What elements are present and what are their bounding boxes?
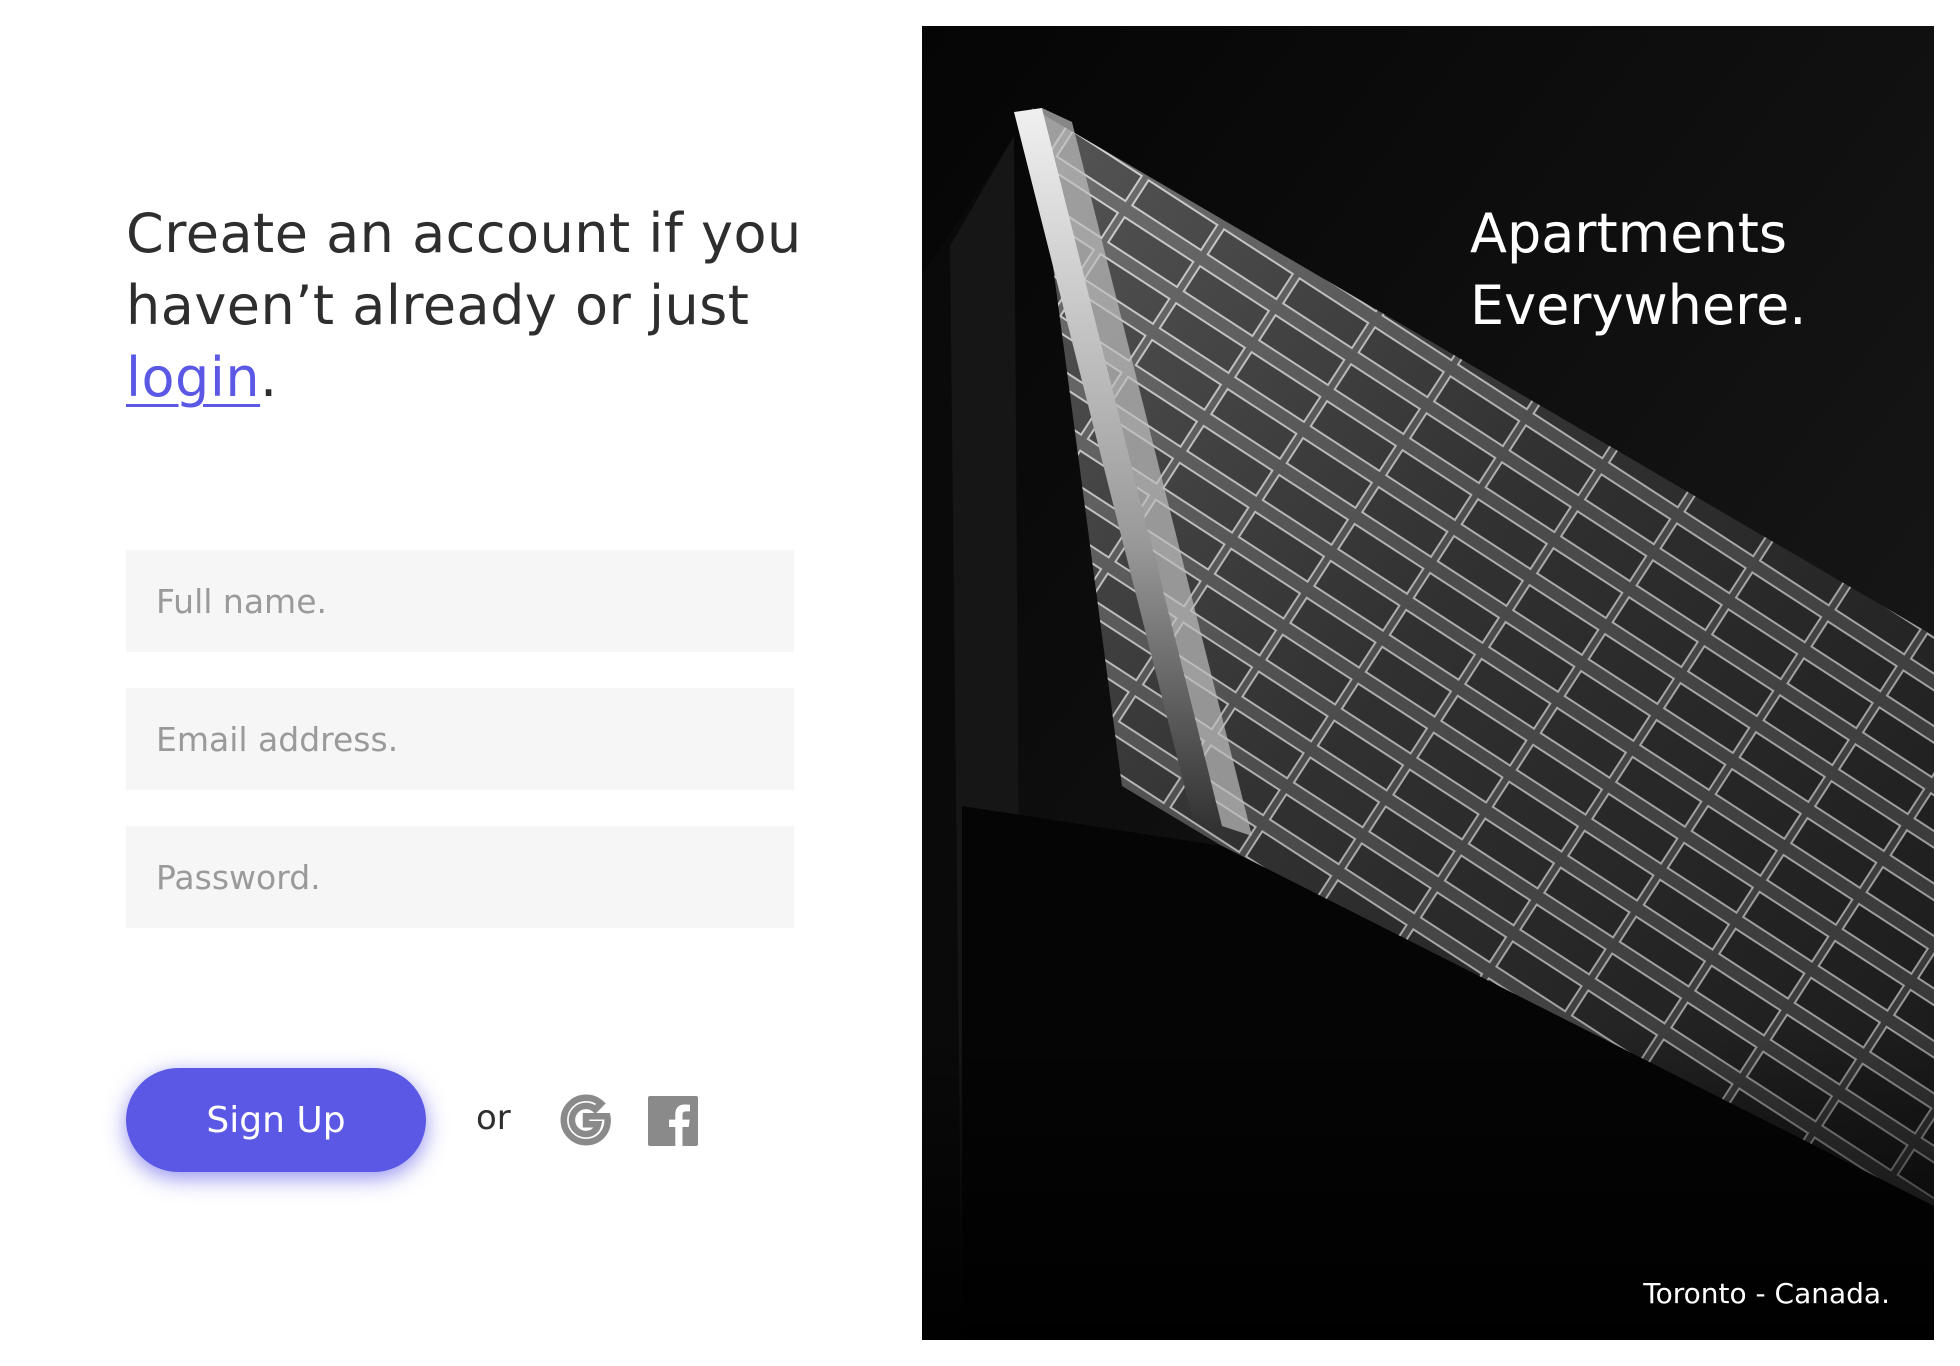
headline-text: Create an account if you haven’t already…: [126, 202, 802, 337]
email-input[interactable]: [126, 688, 794, 790]
password-input[interactable]: [126, 826, 794, 928]
headline-period: .: [260, 346, 278, 409]
login-link[interactable]: login: [126, 346, 260, 409]
signup-page: Create an account if you haven’t already…: [0, 0, 1960, 1366]
hero-title: Apartments Everywhere.: [1470, 198, 1890, 342]
or-separator: or: [476, 1098, 511, 1138]
hero-location-caption: Toronto - Canada.: [1643, 1277, 1890, 1310]
full-name-input[interactable]: [126, 550, 794, 652]
sign-up-button[interactable]: Sign Up: [126, 1068, 426, 1172]
facebook-icon[interactable]: [648, 1096, 698, 1146]
hero-title-line2: Everywhere.: [1470, 274, 1807, 337]
hero-image: Apartments Everywhere. Toronto - Canada.: [922, 26, 1934, 1340]
google-icon[interactable]: [560, 1094, 612, 1146]
hero-title-line1: Apartments: [1470, 202, 1788, 265]
page-headline: Create an account if you haven’t already…: [126, 198, 846, 414]
